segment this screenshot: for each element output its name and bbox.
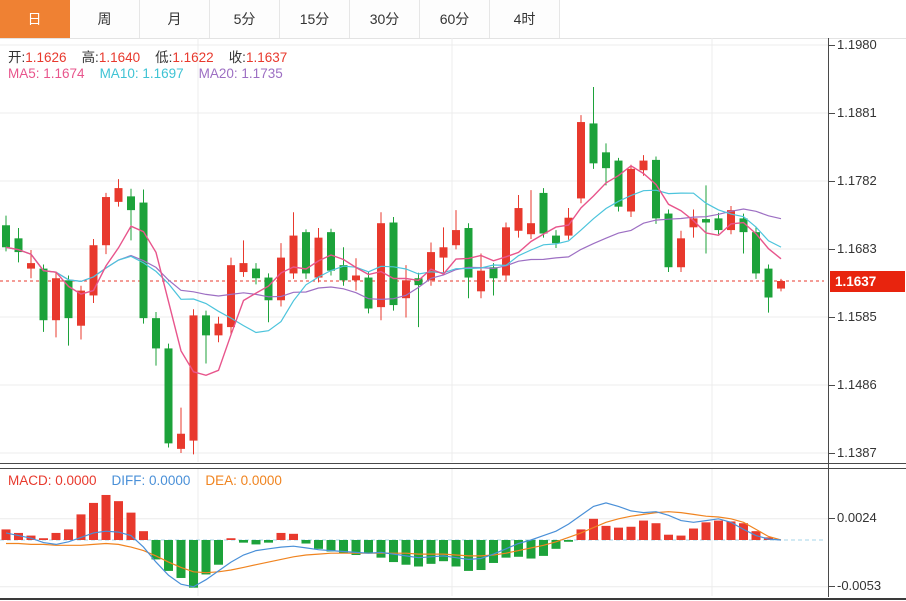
tab-4hour[interactable]: 4时	[490, 0, 560, 38]
tab-day[interactable]: 日	[0, 0, 70, 38]
candles-layer	[2, 87, 785, 454]
tab-5min[interactable]: 5分	[210, 0, 280, 38]
legend-item-open: 开:1.1626	[8, 46, 67, 66]
main-chart-canvas[interactable]	[0, 38, 906, 462]
axis-tick	[828, 518, 835, 519]
tab-month[interactable]: 月	[140, 0, 210, 38]
axis-tick	[828, 45, 835, 46]
legend-item-dea: DEA: 0.0000	[205, 473, 282, 488]
tab-30min[interactable]: 30分	[350, 0, 420, 38]
macd-axis-label: -0.0053	[837, 578, 903, 594]
period-tabbar: 日周月5分15分30分60分4时	[0, 0, 906, 39]
price-axis-label: 1.1782	[837, 173, 903, 189]
legend-item-low: 低:1.1622	[155, 46, 214, 66]
legend-item-ma5: MA5: 1.1674	[8, 66, 85, 81]
axis-tick	[828, 181, 835, 182]
main-chart-panel: 开:1.1626 高:1.1640 低:1.1622 收:1.1637 MA5: 1.…	[0, 38, 906, 464]
price-axis-label: 1.1881	[837, 105, 903, 121]
axis-tick	[828, 586, 835, 587]
price-axis-label: 1.1980	[837, 37, 903, 53]
macd-axis-label: 0.0024	[837, 510, 903, 526]
legend-item-high: 高:1.1640	[82, 46, 141, 66]
ma-legend: MA5: 1.1674 MA10: 1.1697 MA20: 1.1735	[8, 66, 283, 81]
macd-panel: MACD: 0.0000 DIFF: 0.0000 DEA: 0.0000	[0, 468, 906, 600]
price-axis-label: 1.1683	[837, 241, 903, 257]
tab-15min[interactable]: 15分	[280, 0, 350, 38]
kline-chart-app: 日周月5分15分30分60分4时 开:1.1626 高:1.1640 低:1.162…	[0, 0, 906, 601]
grid-layer	[0, 38, 828, 462]
macd-bars-layer	[2, 495, 774, 588]
ohlc-legend: 开:1.1626 高:1.1640 低:1.1622 收:1.1637	[8, 46, 287, 66]
legend-item-macd: MACD: 0.0000	[8, 473, 97, 488]
tab-60min[interactable]: 60分	[420, 0, 490, 38]
macd-canvas[interactable]	[0, 469, 906, 596]
price-axis-label: 1.1387	[837, 445, 903, 461]
macd-legend: MACD: 0.0000 DIFF: 0.0000 DEA: 0.0000	[8, 473, 282, 488]
legend-item-ma10: MA10: 1.1697	[100, 66, 184, 81]
price-axis-label: 1.1585	[837, 309, 903, 325]
current-price-tag: 1.1637	[830, 271, 905, 292]
axis-tick	[828, 249, 835, 250]
axis-tick	[828, 453, 835, 454]
axis-tick	[828, 385, 835, 386]
legend-item-ma20: MA20: 1.1735	[199, 66, 283, 81]
legend-item-diff: DIFF: 0.0000	[112, 473, 191, 488]
axis-tick	[828, 113, 835, 114]
price-axis-label: 1.1486	[837, 377, 903, 393]
tab-week[interactable]: 周	[70, 0, 140, 38]
axis-tick	[828, 317, 835, 318]
legend-item-close: 收:1.1637	[229, 46, 288, 66]
